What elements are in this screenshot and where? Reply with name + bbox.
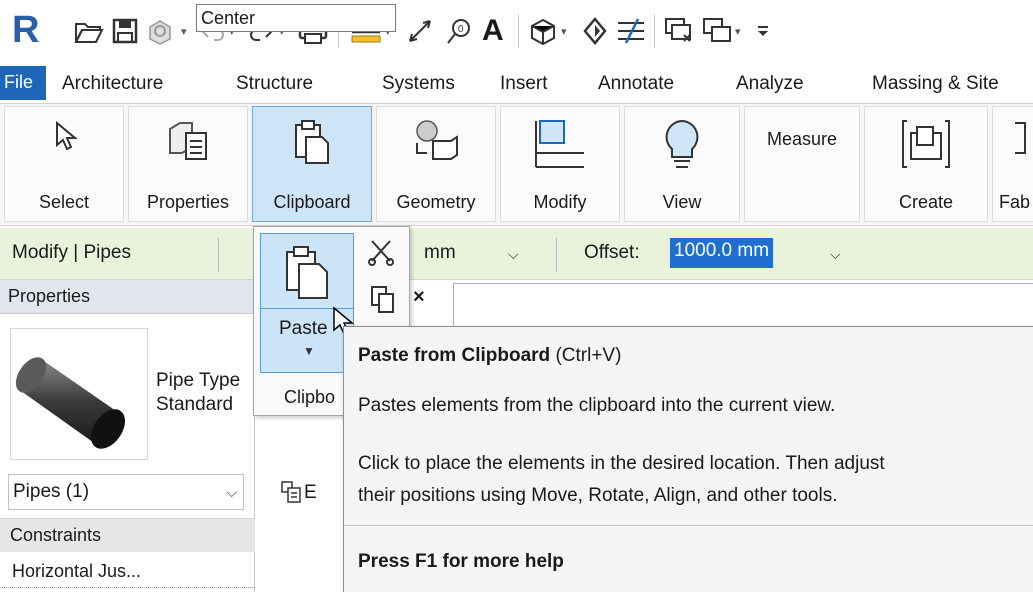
- tooltip-help-hint: Press F1 for more help: [358, 551, 564, 572]
- clipboard-button[interactable]: Clipboard: [252, 106, 372, 222]
- tooltip-title-text: Paste from Clipboard: [358, 345, 551, 366]
- create-icon: [902, 120, 950, 168]
- fabrication-label: Fab: [999, 192, 1031, 212]
- sync-icon[interactable]: ▾: [146, 14, 187, 48]
- paste-label: Paste: [279, 318, 328, 339]
- close-windows-icon[interactable]: [664, 14, 694, 48]
- tab-file[interactable]: File: [0, 66, 46, 100]
- properties-icon: [169, 122, 207, 160]
- chevron-down-icon[interactable]: ▼: [303, 344, 315, 358]
- chevron-down-icon[interactable]: ⌵: [830, 246, 841, 263]
- close-icon[interactable]: ×: [413, 286, 425, 309]
- tab-architecture[interactable]: Architecture: [62, 73, 163, 95]
- chevron-down-icon[interactable]: ⌵: [508, 246, 519, 263]
- options-bar: Modify | Pipes mm ⌵ Offset: 1000.0 mm ⌵: [0, 228, 1033, 280]
- chevron-down-icon[interactable]: ▾: [735, 25, 741, 38]
- clipboard-panel-label: Clipbo: [284, 387, 336, 407]
- property-row: Horizontal Jus...: [0, 552, 255, 588]
- cut-icon[interactable]: [366, 237, 396, 272]
- create-label: Create: [898, 192, 954, 212]
- properties-button[interactable]: Properties: [128, 106, 248, 222]
- select-button[interactable]: Select: [4, 106, 124, 222]
- tooltip-shortcut: (Ctrl+V): [555, 345, 622, 366]
- properties-header: Properties: [0, 280, 255, 314]
- fabrication-icon: [1015, 122, 1026, 154]
- open-icon[interactable]: [74, 14, 104, 48]
- geometry-button[interactable]: Geometry: [376, 106, 496, 222]
- tooltip-extended-line-2: their positions using Move, Rotate, Alig…: [358, 485, 838, 506]
- text-icon[interactable]: A: [482, 14, 504, 48]
- tooltip-title: Paste from Clipboard (Ctrl+V): [358, 345, 621, 367]
- edit-type-icon[interactable]: [280, 480, 302, 509]
- chevron-down-icon[interactable]: ▾: [181, 25, 187, 38]
- 3d-view-icon[interactable]: ▾: [528, 14, 567, 48]
- view-label: View: [662, 192, 702, 212]
- chevron-down-icon[interactable]: ▾: [561, 25, 567, 38]
- save-icon[interactable]: [112, 14, 138, 48]
- modify-label: Modify: [533, 192, 587, 212]
- diameter-field[interactable]: mm: [424, 242, 456, 264]
- dimension-icon[interactable]: [406, 14, 434, 48]
- view-button[interactable]: View: [624, 106, 740, 222]
- modify-button[interactable]: Modify: [500, 106, 620, 222]
- toolbar-divider: [518, 14, 519, 48]
- tooltip-divider: [344, 525, 1033, 526]
- thin-lines-icon[interactable]: [616, 14, 646, 48]
- geometry-label: Geometry: [396, 192, 476, 212]
- create-button[interactable]: Create: [864, 106, 988, 222]
- offset-input[interactable]: 1000.0 mm: [670, 238, 774, 268]
- toolbar-divider: [654, 14, 655, 48]
- customize-icon[interactable]: [756, 14, 770, 48]
- properties-panel: Pipe Type Standard Pipes (1) ⌵ Constrain…: [0, 314, 255, 592]
- fabrication-button[interactable]: Fab: [992, 106, 1033, 222]
- context-label: Modify | Pipes: [12, 242, 131, 263]
- offset-label: Offset:: [584, 242, 640, 263]
- select-label: Select: [38, 192, 90, 212]
- tooltip-description: Pastes elements from the clipboard into …: [358, 395, 836, 416]
- tooltip-extended-line-1: Click to place the elements in the desir…: [358, 453, 885, 474]
- lightbulb-icon: [665, 119, 699, 168]
- paste-button[interactable]: Paste ▼: [260, 233, 354, 373]
- tab-analyze[interactable]: Analyze: [736, 73, 804, 95]
- modify-icon: [535, 120, 584, 168]
- quick-access-toolbar: R ▾ ▾ ▾ ▾ 0 A ▾: [0, 0, 1033, 62]
- ribbon-tab-bar: Architecture Structure Systems Insert An…: [0, 62, 1033, 104]
- tooltip: Paste from Clipboard (Ctrl+V) Pastes ele…: [343, 326, 1033, 592]
- svg-text:0: 0: [458, 24, 464, 35]
- geometry-icon: [416, 120, 458, 160]
- type-subname: Standard: [156, 394, 234, 415]
- pipe-thumbnail-icon: [15, 357, 126, 449]
- instance-selector[interactable]: Pipes (1) ⌵: [8, 474, 244, 510]
- tab-annotate[interactable]: Annotate: [598, 73, 674, 95]
- tag-icon[interactable]: 0: [446, 14, 472, 48]
- section-icon[interactable]: [582, 14, 608, 48]
- paste-icon: [286, 246, 328, 299]
- property-label: Horizontal Jus...: [12, 561, 142, 581]
- options-divider: [218, 238, 219, 272]
- constraints-group[interactable]: Constraints: [0, 518, 255, 552]
- measure-panel[interactable]: Measure: [744, 106, 860, 222]
- edit-type-label[interactable]: E: [304, 482, 317, 504]
- tab-systems[interactable]: Systems: [382, 73, 455, 95]
- tab-massing-site[interactable]: Massing & Site: [872, 73, 999, 95]
- copy-icon[interactable]: [370, 285, 396, 320]
- properties-label: Properties: [146, 192, 230, 212]
- type-preview: [10, 328, 148, 460]
- clipboard-icon: [295, 120, 329, 164]
- switch-windows-icon[interactable]: ▾: [702, 14, 741, 48]
- ribbon: Select Properties Clipboard Geometry Mod…: [0, 104, 1033, 226]
- tab-insert[interactable]: Insert: [500, 73, 548, 95]
- property-value-field[interactable]: Center: [196, 4, 396, 32]
- clipboard-label: Clipboard: [273, 192, 351, 212]
- chevron-down-icon[interactable]: ⌵: [226, 484, 237, 501]
- type-name: Pipe Type: [156, 370, 241, 391]
- cursor-icon: [56, 120, 78, 151]
- app-logo[interactable]: R: [12, 10, 39, 50]
- options-divider: [556, 238, 557, 272]
- instance-selector-value: Pipes (1): [13, 481, 90, 502]
- tab-structure[interactable]: Structure: [236, 73, 313, 95]
- measure-label: Measure: [766, 129, 838, 149]
